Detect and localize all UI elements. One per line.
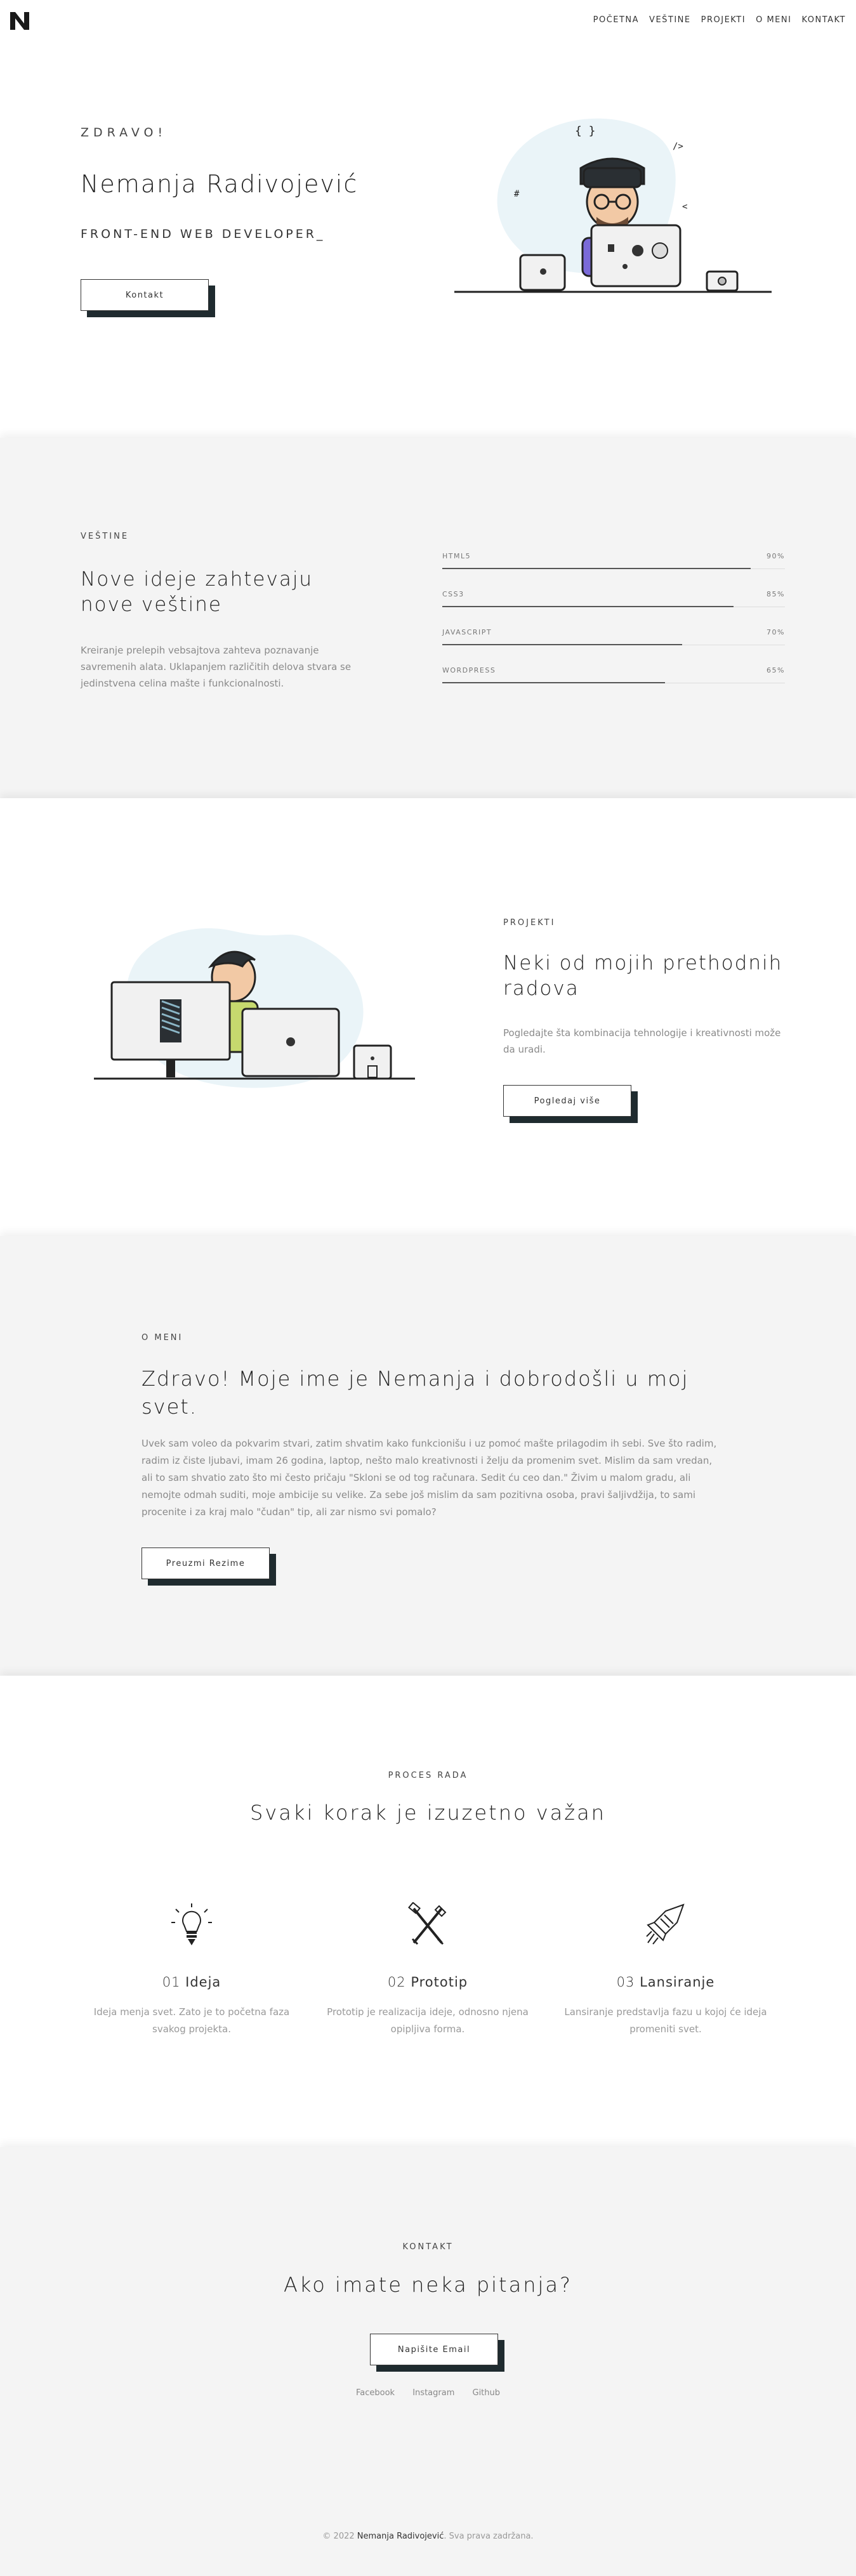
projects-description: Pogledajte šta kombinacija tehnologije i… [503, 1027, 781, 1055]
projects-title: Neki od mojih prethodnih radova [503, 952, 783, 1000]
contact-title: Ako imate neka pitanja? [284, 2273, 572, 2297]
top-navigation: POČETNA VEŠTINE PROJEKTI O MENI KONTAKT [0, 0, 856, 39]
svg-text:/>: /> [673, 141, 683, 152]
footer-suffix: . Sva prava zadržana. [444, 2532, 534, 2541]
hero-section: ZDRAVO! Nemanja Radivojević FRONT-END WE… [0, 0, 856, 438]
step-number: 01 [162, 1975, 181, 1990]
skill-item: WORDPRESS 65% [442, 666, 785, 683]
skill-track [442, 680, 785, 683]
step-number: 02 [387, 1975, 406, 1990]
svg-text:#: # [514, 189, 520, 199]
about-section: O MENI Zdravo! Moje ime je Nemanja i dob… [0, 1236, 856, 1676]
about-title: Zdravo! Moje ime je Nemanja i dobrodošli… [142, 1367, 689, 1419]
nav-link-projekti[interactable]: PROJEKTI [696, 15, 751, 25]
instagram-link[interactable]: Instagram [412, 2388, 454, 2398]
step-number: 03 [616, 1975, 635, 1990]
tools-icon [408, 1902, 447, 1945]
skill-bar-fill [442, 644, 682, 645]
process-step: 02 Prototip Prototip je realizacija idej… [320, 1902, 536, 2038]
svg-text:{ }: { } [575, 124, 596, 138]
step-text: Prototip je realizacija ideje, odnosno n… [327, 2006, 529, 2035]
svg-text:<: < [682, 202, 687, 212]
footer-copyright: © 2022 Nemanja Radivojević. Sva prava za… [0, 2532, 856, 2541]
view-more-button[interactable]: Pogledaj više [503, 1085, 631, 1117]
projects-button-wrap: Pogledaj više [503, 1085, 638, 1124]
skill-percent: 70% [767, 628, 785, 636]
skill-percent: 65% [767, 666, 785, 674]
nav-link-o-meni[interactable]: O MENI [751, 15, 796, 25]
process-eyebrow: PROCES RADA [388, 1771, 468, 1780]
skill-bar-fill [442, 568, 751, 569]
nav-links: POČETNA VEŠTINE PROJEKTI O MENI KONTAKT [588, 15, 851, 25]
skill-item: HTML5 90% [442, 552, 785, 569]
skill-name: HTML5 [442, 552, 471, 560]
download-resume-button[interactable]: Preuzmi Rezime [142, 1548, 270, 1579]
about-eyebrow: O MENI [142, 1333, 183, 1343]
rocket-icon [646, 1903, 685, 1945]
projects-section: PROJEKTI Neki od mojih prethodnih radova… [0, 798, 856, 1236]
contact-button[interactable]: Kontakt [81, 279, 209, 311]
step-title: Lansiranje [640, 1975, 715, 1990]
footer-prefix: © 2022 [322, 2532, 355, 2541]
about-description: Uvek sam voleo da pokvarim stvari, zatim… [142, 1438, 717, 1518]
step-text: Lansiranje predstavlja fazu u kojoj će i… [564, 2006, 767, 2035]
skills-title: Nove ideje zahtevaju nove veštine [81, 568, 313, 616]
process-step: 03 Lansiranje Lansiranje predstavlja faz… [558, 1902, 774, 2038]
footer-name: Nemanja Radivojević [357, 2532, 444, 2541]
projects-eyebrow: PROJEKTI [503, 918, 556, 928]
facebook-link[interactable]: Facebook [356, 2388, 395, 2398]
process-section: PROCES RADA Svaki korak je izuzetno važa… [0, 1676, 856, 2147]
hero-name: Nemanja Radivojević [81, 170, 359, 198]
skills-eyebrow: VEŠTINE [81, 532, 129, 541]
contact-button-wrap: Kontakt [81, 279, 215, 319]
coding-illustration [94, 928, 415, 1088]
process-title: Svaki korak je izuzetno važan [250, 1801, 606, 1825]
hero-greeting: ZDRAVO! [81, 126, 168, 140]
hero-role: FRONT-END WEB DEVELOPER_ [81, 227, 326, 241]
skill-percent: 85% [767, 590, 785, 598]
skill-item: CSS3 85% [442, 590, 785, 607]
logo-icon[interactable] [9, 11, 30, 31]
step-title: Prototip [411, 1975, 468, 1990]
process-step: 01 Ideja Ideja menja svet. Zato je to po… [84, 1902, 300, 2038]
nav-link-vestine[interactable]: VEŠTINE [644, 15, 696, 25]
write-email-button[interactable]: Napišite Email [370, 2334, 498, 2365]
skill-percent: 90% [767, 552, 785, 560]
skill-bar-fill [442, 682, 665, 683]
skill-bar-fill [442, 606, 734, 607]
skills-description: Kreiranje prelepih vebsajtova zahteva po… [81, 645, 352, 689]
skills-section: VEŠTINE Nove ideje zahtevaju nove veštin… [0, 438, 856, 798]
skill-track [442, 642, 785, 645]
nav-link-pocetna[interactable]: POČETNA [588, 15, 644, 25]
lightbulb-icon [171, 1903, 212, 1945]
step-text: Ideja menja svet. Zato je to početna faz… [93, 2006, 290, 2035]
skill-name: JAVASCRIPT [442, 628, 492, 636]
email-button-wrap: Napišite Email [370, 2334, 504, 2373]
github-link[interactable]: Github [473, 2388, 501, 2398]
skill-name: CSS3 [442, 590, 464, 598]
developer-illustration: { } /> # < [454, 118, 772, 293]
skill-name: WORDPRESS [442, 666, 496, 674]
resume-button-wrap: Preuzmi Rezime [142, 1548, 276, 1587]
step-title: Ideja [185, 1975, 221, 1990]
skill-track [442, 566, 785, 569]
contact-section: KONTAKT Ako imate neka pitanja? Napišite… [0, 2147, 856, 2576]
nav-link-kontakt[interactable]: KONTAKT [796, 15, 851, 25]
skill-item: JAVASCRIPT 70% [442, 628, 785, 645]
contact-eyebrow: KONTAKT [402, 2242, 454, 2252]
skill-track [442, 604, 785, 607]
social-links: Facebook Instagram Github [0, 2388, 856, 2398]
